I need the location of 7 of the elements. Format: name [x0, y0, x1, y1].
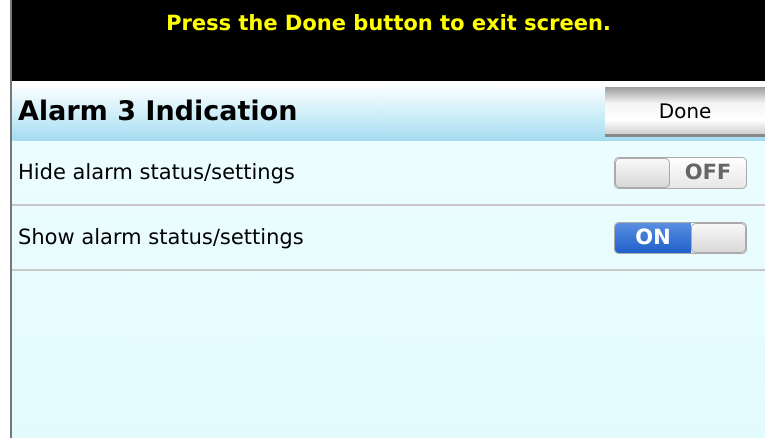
option-label: Show alarm status/settings [18, 224, 304, 251]
done-button[interactable]: Done [605, 87, 765, 137]
toggle-switch[interactable]: OFF [614, 156, 747, 188]
option-label: Hide alarm status/settings [18, 158, 295, 186]
toggle-switch[interactable]: ON [614, 222, 747, 254]
screen-title: Alarm 3 Indication [18, 96, 298, 128]
instruction-text: Press the Done button to exit screen. [166, 10, 611, 37]
